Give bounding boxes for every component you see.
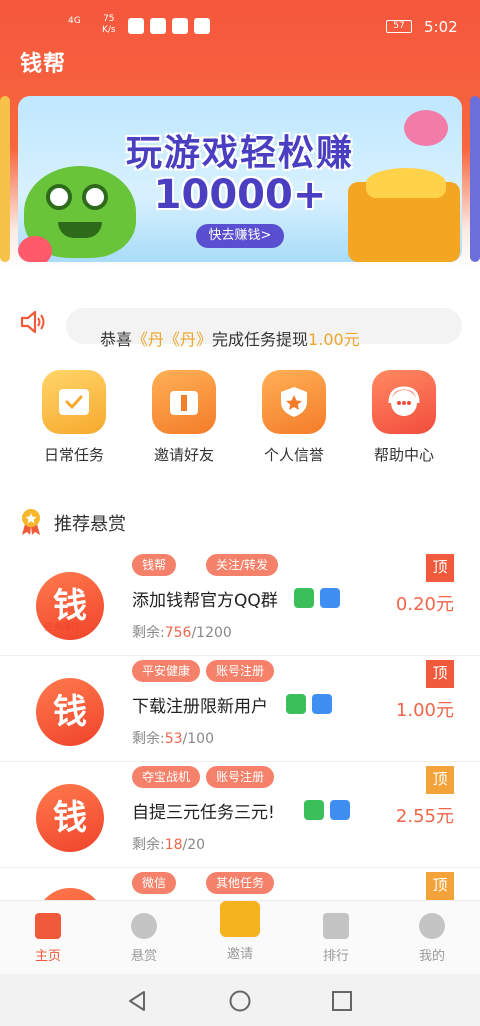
diamond-icon	[131, 913, 157, 939]
bottom-navigation: 主页 悬赏 邀请 排行 我的	[0, 900, 480, 974]
nav-invite[interactable]: 邀请	[210, 901, 270, 962]
task-tag: 夺宝战机	[132, 766, 201, 788]
android-icon	[286, 694, 306, 714]
app-notification-icon	[172, 18, 188, 34]
user-icon	[419, 913, 445, 939]
gift-box-icon	[152, 370, 216, 434]
gift-icon	[220, 901, 260, 937]
pinned-badge: 顶	[426, 660, 454, 688]
quick-daily-tasks[interactable]: 日常任务	[42, 370, 106, 465]
home-icon	[35, 913, 61, 939]
task-remaining: 剩余:53/100	[132, 731, 214, 747]
quick-invite-friends[interactable]: 邀请好友	[152, 370, 216, 465]
task-tag: 其他任务	[206, 872, 275, 894]
quick-credit[interactable]: 个人信誉	[262, 370, 326, 465]
task-tag: 钱帮	[132, 554, 177, 576]
app-notification-icon	[128, 18, 144, 34]
clock: 5:02	[424, 18, 458, 36]
apple-icon	[320, 588, 340, 608]
task-tag: 账号注册	[206, 766, 275, 788]
home-circle-icon[interactable]	[229, 990, 251, 1012]
task-remaining: 剩余:756/1200	[132, 625, 232, 641]
pinned-badge: 顶	[426, 872, 454, 900]
task-price: 0.20元	[395, 594, 454, 615]
section-title: 推荐悬赏	[54, 514, 126, 535]
quick-help-center[interactable]: 帮助中心	[372, 370, 436, 465]
quick-label: 邀请好友	[153, 446, 214, 464]
app-logo: 钱帮	[20, 52, 67, 77]
banner-next-peek[interactable]	[470, 96, 480, 262]
task-tag: 微信	[132, 872, 177, 894]
app-notification-icon	[150, 18, 166, 34]
task-price: 2.55元	[395, 806, 454, 827]
announcement-text: 恭喜《丹《丹》完成任务提现1.00元	[100, 330, 360, 349]
task-item[interactable]: 钱 任务赚钱 钱帮 关注/转发 添加钱帮官方QQ群 剩余:756/1200 0.…	[0, 550, 480, 656]
task-logo: 钱	[36, 784, 104, 852]
task-remaining: 剩余:18/20	[132, 837, 206, 853]
banner-cta-button[interactable]: 快去赚钱>	[196, 224, 284, 248]
pinned-badge: 顶	[426, 554, 454, 582]
android-icon	[304, 800, 324, 820]
quick-label: 日常任务	[43, 446, 104, 464]
quick-label: 个人信誉	[263, 446, 324, 464]
nav-home[interactable]: 主页	[18, 913, 78, 964]
nav-rewards[interactable]: 悬赏	[114, 913, 174, 964]
task-title: 下载注册限新用户	[132, 697, 268, 717]
back-icon[interactable]	[126, 990, 148, 1012]
signal-indicator: 4G	[68, 16, 81, 26]
android-icon	[294, 588, 314, 608]
system-navigation-bar	[0, 974, 480, 1026]
app-notification-icon	[194, 18, 210, 34]
announcement-bar[interactable]: 恭喜《丹《丹》完成任务提现1.00元	[66, 308, 462, 349]
recents-icon[interactable]	[331, 990, 353, 1012]
check-calendar-icon	[42, 370, 106, 434]
task-price: 1.00元	[395, 700, 454, 721]
task-tag: 关注/转发	[206, 554, 279, 576]
banner-number: 10000+	[153, 172, 327, 218]
nav-profile[interactable]: 我的	[402, 913, 462, 964]
pinned-badge: 顶	[426, 766, 454, 794]
headset-icon	[372, 370, 436, 434]
task-title: 自提三元任务三元!	[132, 803, 275, 823]
task-tag: 账号注册	[206, 660, 275, 682]
apple-icon	[312, 694, 332, 714]
bar-chart-icon	[323, 913, 349, 939]
task-item[interactable]: 钱 夺宝战机 账号注册 自提三元任务三元! 剩余:18/20 2.55元 顶	[0, 762, 480, 868]
speaker-icon	[20, 310, 45, 334]
star-badge-icon	[262, 370, 326, 434]
battery-indicator: 57	[386, 20, 412, 33]
medal-icon	[22, 509, 40, 535]
task-title: 添加钱帮官方QQ群	[132, 591, 278, 611]
task-logo-caption: 任务赚钱	[44, 623, 81, 633]
notification-icons	[128, 18, 210, 34]
banner-title: 玩游戏轻松赚	[125, 133, 354, 174]
nav-ranking[interactable]: 排行	[306, 913, 366, 964]
task-logo: 钱	[36, 678, 104, 746]
red-monster-illustration	[18, 236, 52, 262]
network-speed: 75 K/s	[102, 14, 116, 35]
quick-label: 帮助中心	[373, 446, 434, 464]
promo-banner[interactable]: 玩游戏轻松赚 10000+ 快去赚钱>	[18, 96, 462, 262]
status-bar: 4G 75 K/s 57 5:02	[0, 0, 480, 56]
apple-icon	[330, 800, 350, 820]
task-tag: 平安健康	[132, 660, 201, 682]
banner-prev-peek[interactable]	[0, 96, 10, 262]
task-item[interactable]: 钱 平安健康 账号注册 下载注册限新用户 剩余:53/100 1.00元 顶	[0, 656, 480, 762]
